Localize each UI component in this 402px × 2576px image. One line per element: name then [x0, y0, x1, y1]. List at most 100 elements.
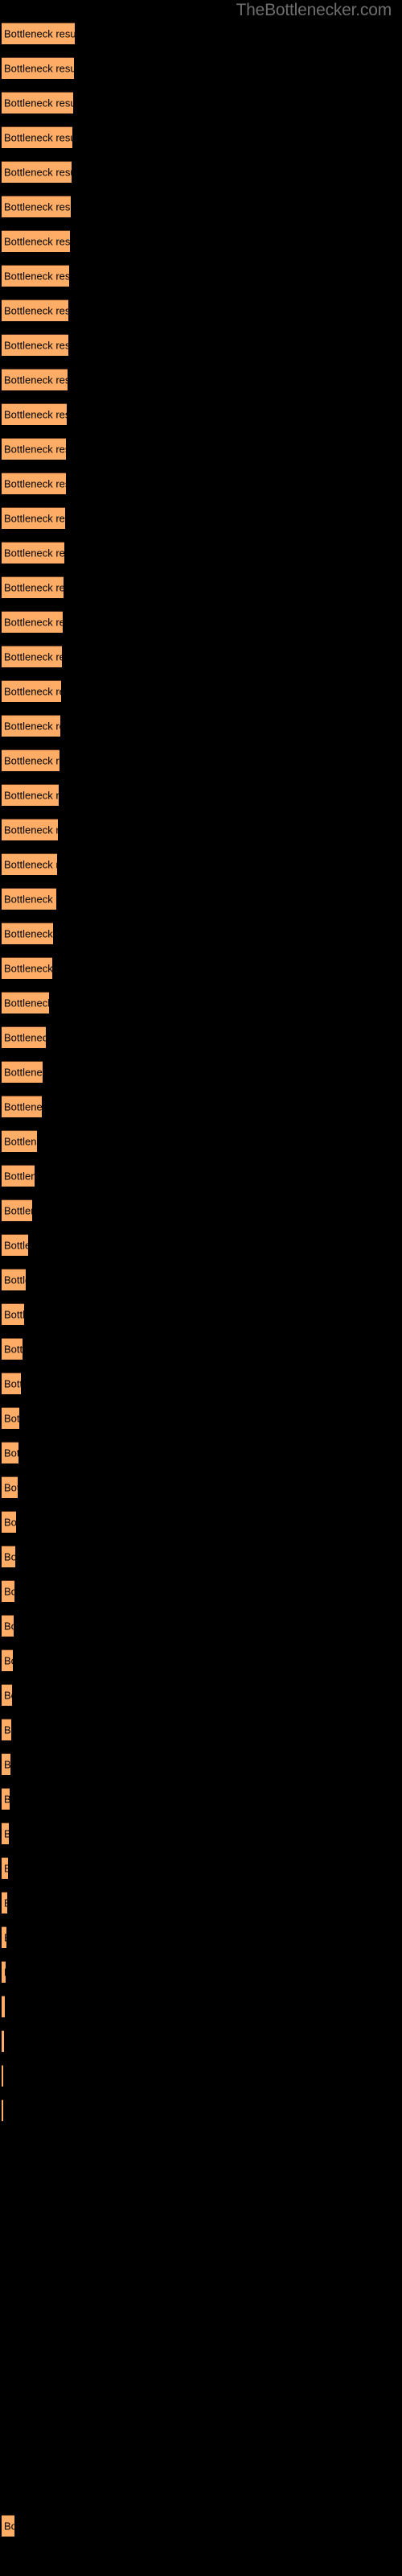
bar-label: Bottleneck result [4, 824, 58, 836]
bar: Bottleneck result [2, 1684, 12, 1706]
bar: Bottleneck result [2, 438, 66, 460]
bar: Bottleneck result [2, 957, 52, 979]
bar: Bottleneck result [2, 1061, 43, 1083]
bar: Bottleneck result [2, 1615, 14, 1637]
bar-label: Bottleneck result [4, 1932, 6, 1944]
bar-label: Bottleneck result [4, 1828, 9, 1840]
bar: Bottleneck result [2, 2030, 4, 2052]
bar-label: Bottleneck result [4, 1481, 18, 1494]
bar: Bottleneck result [2, 1269, 26, 1290]
bar: Bottleneck result [2, 1407, 19, 1429]
bar-label: Bottleneck result [4, 1447, 18, 1459]
bar-label: Bottleneck result [4, 1967, 6, 1979]
bar-label: Bottleneck result [4, 962, 52, 975]
bar: Bottleneck result [2, 1303, 24, 1325]
bar-label: Bottleneck result [4, 27, 75, 40]
bar: Bottleneck result [2, 1199, 32, 1221]
bar-label: Bottleneck result [4, 927, 53, 940]
bar-label: Bottleneck result [4, 1654, 13, 1667]
bar: Bottleneck result [2, 646, 62, 667]
bar: Bottleneck result [2, 299, 68, 321]
bar: Bottleneck result [2, 1096, 42, 1117]
bar-label: Bottleneck result [4, 1794, 10, 1806]
bar: Bottleneck result [2, 23, 75, 44]
bar: Bottleneck result [2, 473, 66, 494]
bar: Bottleneck result [2, 611, 63, 633]
bar-label: Bottleneck result [4, 581, 64, 594]
bar-label: Bottleneck result [4, 131, 72, 144]
bar: Bottleneck result [2, 853, 57, 875]
bar: Bottleneck result [2, 2065, 3, 2087]
bar: Bottleneck result [2, 1961, 6, 1983]
bar: Bottleneck result [2, 576, 64, 598]
bar-label: Bottleneck result [4, 1170, 35, 1183]
bar: Bottleneck result [2, 2515, 14, 2537]
bar: Bottleneck result [2, 126, 72, 148]
bar: Bottleneck result [2, 715, 60, 737]
bar-label: Bottleneck result [4, 200, 71, 213]
bar: Bottleneck result [2, 888, 56, 910]
bar-label: Bottleneck result [4, 1343, 23, 1356]
bar: Bottleneck result [2, 196, 71, 217]
bar-label: Bottleneck result [4, 1516, 16, 1529]
bar: Bottleneck result [2, 1442, 18, 1463]
bar: Bottleneck result [2, 1823, 9, 1844]
bar: Bottleneck result [2, 57, 74, 79]
bar-label: Bottleneck result [4, 1100, 42, 1113]
bar: Bottleneck result [2, 1753, 10, 1775]
bar-label: Bottleneck result [4, 1550, 15, 1563]
bar: Bottleneck result [2, 1857, 8, 1879]
bar: Bottleneck result [2, 1546, 15, 1567]
bar-label: Bottleneck result [4, 1620, 14, 1633]
bar-label: Bottleneck result [4, 304, 68, 317]
bar: Bottleneck result [2, 161, 72, 183]
bar-label: Bottleneck result [4, 754, 59, 767]
bar-label: Bottleneck result [4, 1377, 21, 1390]
bar-label: Bottleneck result [4, 616, 63, 629]
bar-label: Bottleneck result [4, 1689, 12, 1702]
bar-label: Bottleneck result [4, 339, 68, 352]
bar-label: Bottleneck result [4, 166, 72, 179]
bar-label: Bottleneck result [4, 1135, 37, 1148]
bar: Bottleneck result [2, 92, 73, 114]
bar: Bottleneck result [2, 1996, 5, 2017]
bar-label: Bottleneck result [4, 97, 73, 109]
bar-label: Bottleneck result [4, 2520, 14, 2533]
bar-label: Bottleneck result [4, 235, 70, 248]
bars-layer: Bottleneck result Bottleneck result Bottle… [0, 0, 402, 2576]
bar-label: Bottleneck result [4, 1204, 32, 1217]
bar-label: Bottleneck result [4, 1031, 46, 1044]
bar: Bottleneck result [2, 1892, 7, 1913]
bar-label: Bottleneck result [4, 997, 49, 1009]
bar-label: Bottleneck result [4, 789, 59, 802]
bar-label: Bottleneck result [4, 650, 62, 663]
bar: Bottleneck result [2, 680, 61, 702]
bar: Bottleneck result [2, 1026, 46, 1048]
bar: Bottleneck result [2, 1373, 21, 1394]
bar-label: Bottleneck result [4, 547, 64, 559]
bar-label: Bottleneck result [4, 270, 69, 283]
bar: Bottleneck result [2, 1788, 10, 1810]
bar: Bottleneck result [2, 1234, 28, 1256]
bar-label: Bottleneck result [4, 858, 57, 871]
bar: Bottleneck result [2, 265, 69, 287]
bar: Bottleneck result [2, 334, 68, 356]
bar-label: Bottleneck result [4, 685, 61, 698]
bar-label: Bottleneck result [4, 1897, 7, 1909]
bar: Bottleneck result [2, 749, 59, 771]
bar-label: Bottleneck result [4, 1274, 26, 1286]
bar-label: Bottleneck result [4, 1863, 8, 1875]
bar: Bottleneck result [2, 1649, 13, 1671]
bar-label: Bottleneck result [4, 443, 66, 456]
bar-label: Bottleneck result [4, 62, 74, 75]
bar: Bottleneck result [2, 542, 64, 564]
bar: Bottleneck result [2, 1719, 11, 1740]
bar-label: Bottleneck result [4, 1585, 14, 1598]
bar: Bottleneck result [2, 1580, 14, 1602]
bar-label: Bottleneck result [4, 512, 65, 525]
bar: Bottleneck result [2, 1926, 6, 1948]
bar: Bottleneck result [2, 923, 53, 944]
bar: Bottleneck result [2, 1476, 18, 1498]
bar: Bottleneck result [2, 992, 49, 1013]
bar: Bottleneck result [2, 230, 70, 252]
